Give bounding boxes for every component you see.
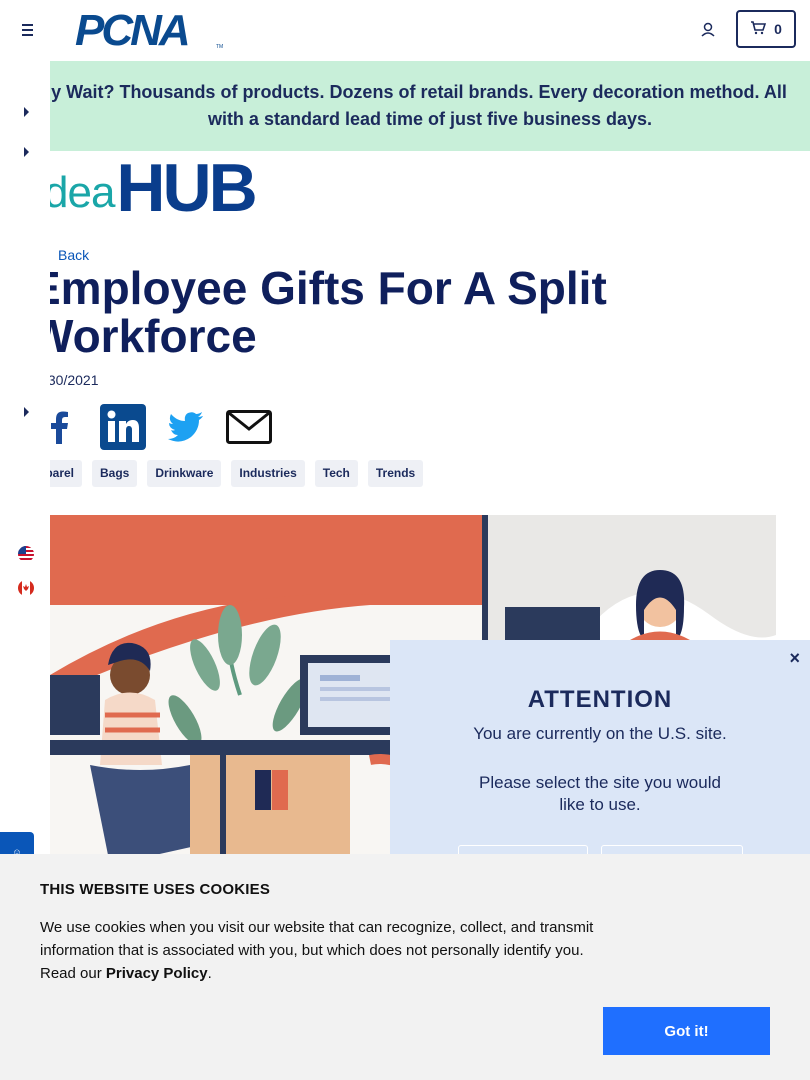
promo-line-2: with a standard lead time of just five b… (207, 109, 653, 129)
article-title-line-2: Workforce (30, 310, 257, 362)
site-select-modal: × ATTENTION You are currently on the U.S… (390, 640, 810, 887)
canada-flag-icon[interactable] (18, 580, 34, 596)
linkedin-icon[interactable] (100, 403, 146, 455)
article-title-line-1: Employee Gifts For A Split (30, 262, 607, 314)
user-icon[interactable] (698, 20, 718, 40)
us-flag-icon[interactable] (18, 546, 34, 562)
modal-instruction-text: Please select the site you would like to… (479, 773, 721, 814)
ideahub-logo-idea: dea (44, 168, 115, 217)
cart-count: 0 (774, 21, 782, 37)
cookie-text-end: . (207, 965, 212, 982)
site-header: PCNA TM 0 (0, 0, 810, 61)
cart-icon (750, 20, 767, 38)
cookie-text: We use cookies when you visit our websit… (40, 916, 615, 985)
share-row (44, 403, 272, 455)
cookie-banner: THIS WEBSITE USES COOKIES We use cookies… (0, 854, 810, 1080)
logo-trademark: TM (216, 44, 224, 50)
chevron-right-icon[interactable] (24, 107, 29, 117)
close-icon[interactable]: × (789, 648, 800, 669)
ideahub-logo[interactable]: dea HUB (44, 150, 258, 226)
cookie-title: THIS WEBSITE USES COOKIES (40, 881, 271, 898)
accept-cookies-button[interactable]: Got it! (603, 1007, 770, 1055)
ideahub-logo-hub: HUB (116, 150, 257, 226)
tag-bags[interactable]: Bags (92, 460, 138, 487)
article-date: /30/2021 (44, 372, 99, 388)
chevron-right-icon[interactable] (24, 407, 29, 417)
article-title: Employee Gifts For A Split Workforce (30, 264, 730, 360)
modal-current-site-text: You are currently on the U.S. site. (473, 724, 727, 743)
tag-tech[interactable]: Tech (314, 460, 358, 487)
twitter-icon[interactable] (168, 411, 204, 447)
email-icon[interactable] (226, 409, 272, 449)
tag-industries[interactable]: Industries (231, 460, 305, 487)
modal-title: ATTENTION (527, 686, 673, 713)
promo-line-1: y Wait? Thousands of products. Dozens of… (51, 82, 787, 102)
tag-trends[interactable]: Trends (367, 460, 424, 487)
tag-list: pparel Bags Drinkware Industries Tech Tr… (30, 460, 424, 487)
cart-button[interactable]: 0 (736, 10, 796, 48)
chevron-right-icon[interactable] (24, 147, 29, 157)
hamburger-icon[interactable] (18, 20, 38, 40)
tag-drinkware[interactable]: Drinkware (147, 460, 222, 487)
privacy-policy-link[interactable]: Privacy Policy (106, 965, 208, 982)
pcna-logo[interactable]: PCNA (75, 9, 191, 53)
promo-banner: y Wait? Thousands of products. Dozens of… (50, 61, 810, 151)
back-link[interactable]: Back (58, 247, 89, 263)
